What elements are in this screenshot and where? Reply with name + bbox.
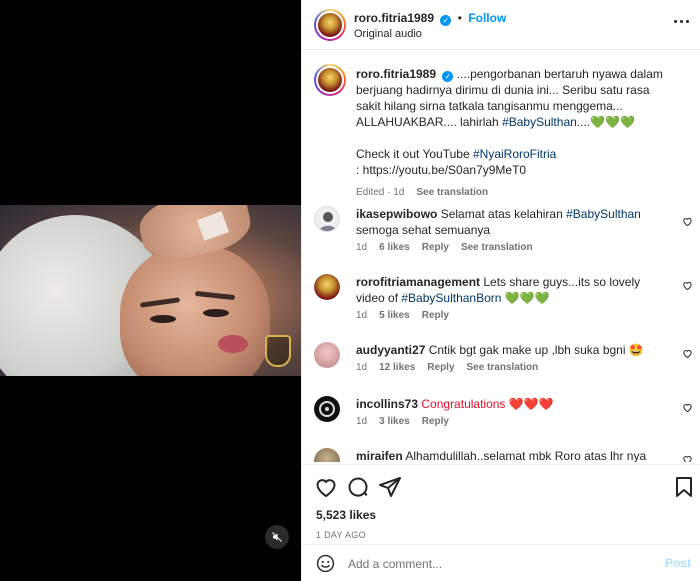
comment-username[interactable]: incollins73 (356, 397, 418, 411)
comment-text: incollins73 Congratulations ❤️❤️❤️ (356, 397, 554, 411)
comment-username[interactable]: miraifen (356, 449, 403, 462)
like-comment-heart-icon[interactable] (682, 280, 693, 291)
comment-likes[interactable]: 6 likes (379, 242, 410, 253)
avatar-image (314, 274, 340, 300)
comment-avatar[interactable] (314, 274, 340, 300)
comment-row: incollins73 Congratulations ❤️❤️❤️ 1d 3 … (302, 394, 700, 438)
comment-likes[interactable]: 5 likes (379, 310, 410, 321)
comment-row: rorofitriamanagement Lets share guys...i… (302, 272, 700, 332)
like-comment-heart-icon[interactable] (682, 454, 693, 462)
add-comment-bar: Post (302, 544, 700, 581)
caption-avatar[interactable] (314, 64, 346, 96)
more-options-icon[interactable] (674, 20, 689, 23)
verified-icon: ✓ (442, 71, 454, 82)
comment-text: ikasepwibowo Selamat atas kelahiran #Bab… (356, 207, 641, 237)
header-username[interactable]: roro.fitria1989 (354, 11, 434, 25)
video-scene-face (120, 245, 270, 376)
like-comment-heart-icon[interactable] (682, 216, 693, 227)
comment-username[interactable]: ikasepwibowo (356, 207, 437, 221)
avatar[interactable] (314, 9, 346, 41)
comment-text: rorofitriamanagement Lets share guys...i… (356, 275, 641, 305)
comment-username[interactable]: audyyanti27 (356, 343, 425, 357)
avatar-image (319, 212, 337, 231)
comment-row: audyyanti27 Cntik bgt gak make up ,lbh s… (302, 340, 700, 384)
comment-meta: 1d 5 likes Reply (356, 310, 449, 321)
like-comment-heart-icon[interactable] (682, 348, 693, 359)
caption-youtube-link: : https://youtu.be/S0an7y9MeT0 (356, 163, 527, 177)
caption-text: roro.fitria1989 ✓ ....pengorbanan bertar… (356, 66, 676, 178)
reply-button[interactable]: Reply (427, 362, 454, 373)
comment-meta: 1d 6 likes Reply See translation (356, 242, 533, 253)
see-translation-button[interactable]: See translation (461, 242, 533, 253)
header-user-line: roro.fitria1989 ✓ • Follow (354, 11, 506, 26)
reply-button[interactable]: Reply (422, 242, 449, 253)
avatar-image (316, 11, 344, 39)
audio-label[interactable]: Original audio (354, 28, 422, 40)
caption-body-end: .... (576, 115, 591, 129)
follow-button[interactable]: Follow (468, 11, 506, 25)
caption-meta: Edited · 1d See translation (356, 187, 489, 198)
comment-likes[interactable]: 3 likes (379, 416, 410, 427)
mute-button[interactable] (265, 525, 289, 549)
video-player[interactable] (0, 0, 301, 581)
video-frame[interactable] (0, 205, 301, 376)
post-date[interactable]: 1 DAY AGO (316, 530, 366, 540)
post-panel: roro.fitria1989 ✓ • Follow Original audi… (301, 0, 700, 581)
caption-hashtag[interactable]: #BabySulthan (502, 115, 577, 129)
see-translation-button[interactable]: See translation (416, 187, 488, 198)
share-send-icon[interactable] (378, 475, 402, 499)
post-actions (302, 464, 700, 500)
comment-avatar[interactable] (314, 448, 340, 462)
post-header: roro.fitria1989 ✓ • Follow Original audi… (302, 0, 700, 50)
reply-button[interactable]: Reply (422, 310, 449, 321)
bookmark-icon[interactable] (672, 475, 696, 499)
speaker-muted-icon (272, 532, 282, 542)
video-scene-eye (150, 315, 176, 323)
comments-list[interactable]: roro.fitria1989 ✓ ....pengorbanan bertar… (302, 52, 700, 462)
comment-input[interactable] (348, 554, 648, 574)
post-button[interactable]: Post (665, 556, 691, 570)
caption-time[interactable]: 1d (393, 187, 404, 198)
comment-row: miraifen Alhamdulillah..selamat mbk Roro… (302, 448, 700, 462)
video-scene-eye (203, 309, 229, 317)
caption-hashtag-2[interactable]: #NyaiRoroFitria (473, 147, 556, 161)
comment-text: miraifen Alhamdulillah..selamat mbk Roro… (356, 449, 647, 462)
caption: roro.fitria1989 ✓ ....pengorbanan bertar… (302, 64, 700, 198)
video-scene-lips (218, 335, 248, 353)
comment-likes[interactable]: 12 likes (379, 362, 415, 373)
comment-avatar[interactable] (314, 342, 340, 368)
avatar-image (319, 401, 335, 417)
like-heart-icon[interactable] (314, 475, 338, 499)
verified-icon: ✓ (440, 15, 452, 26)
emoji-icon[interactable] (316, 554, 335, 573)
green-hearts: 💚💚💚 (590, 115, 635, 129)
channel-logo-watermark (265, 335, 291, 367)
like-comment-heart-icon[interactable] (682, 402, 693, 413)
separator-dot: • (457, 11, 462, 25)
comment-username[interactable]: rorofitriamanagement (356, 275, 480, 289)
caption-youtube-line: Check it out YouTube #NyaiRoroFitria (356, 147, 557, 161)
comment-avatar[interactable] (314, 206, 340, 232)
comment-meta: 1d 12 likes Reply See translation (356, 362, 539, 373)
caption-username[interactable]: roro.fitria1989 (356, 67, 436, 81)
like-count[interactable]: 5,523 likes (316, 508, 376, 522)
see-translation-button[interactable]: See translation (467, 362, 539, 373)
reply-button[interactable]: Reply (422, 416, 449, 427)
comment-row: ikasepwibowo Selamat atas kelahiran #Bab… (302, 204, 700, 264)
edited-label: Edited (356, 187, 385, 198)
comment-bubble-icon[interactable] (346, 475, 370, 499)
comment-text: audyyanti27 Cntik bgt gak make up ,lbh s… (356, 343, 644, 357)
comment-avatar[interactable] (314, 396, 340, 422)
comment-meta: 1d 3 likes Reply (356, 416, 449, 427)
